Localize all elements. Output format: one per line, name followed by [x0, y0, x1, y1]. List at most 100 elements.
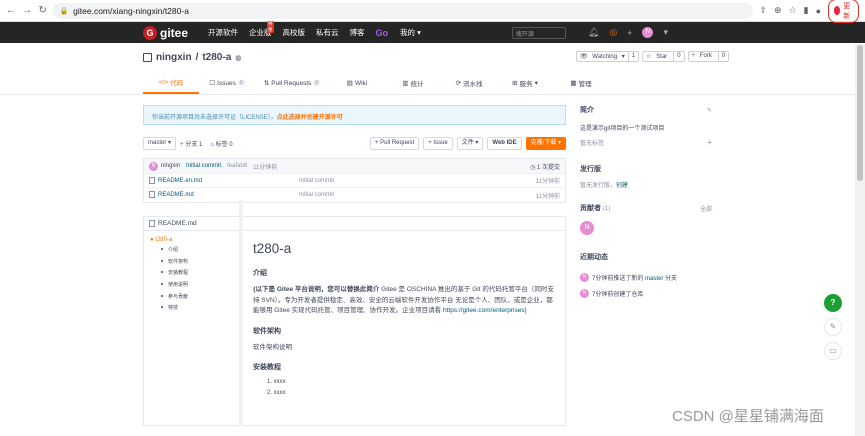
tab-issues-count: 0	[237, 80, 245, 86]
table-row[interactable]: README.en.md Initial commit 11分钟前	[144, 174, 565, 188]
share-icon[interactable]: ⇪	[759, 5, 767, 16]
new-pull-request-button[interactable]: + Pull Request	[369, 136, 420, 150]
browser-actions: ⇪ ⊕ ☆ ▮ ● 更新	[759, 0, 859, 23]
tab-manage[interactable]: ▦ 管理	[553, 72, 609, 94]
fork-label: ⑂ Fork	[689, 52, 718, 61]
new-issue-button[interactable]: + Issue	[423, 136, 453, 150]
tags-link[interactable]: ⌂ 标签 0	[210, 139, 232, 148]
user-avatar[interactable]: N	[642, 27, 654, 38]
file-commit-message[interactable]: Initial commit	[299, 192, 536, 198]
readme-toc-scrollbar[interactable]	[239, 200, 243, 426]
file-name[interactable]: README.en.md	[149, 176, 299, 184]
commit-count-link[interactable]: ◷ 1 次提交	[530, 162, 560, 171]
tab-services[interactable]: ⊞ 服务 ▾	[497, 72, 553, 94]
activity-section-title: 近期动态	[580, 252, 712, 262]
nav-enterprise[interactable]: 企业版 特惠	[249, 21, 274, 38]
add-tag-icon[interactable]: +	[707, 138, 712, 147]
toc-title[interactable]: ● t280-a	[150, 237, 233, 243]
feedback-edit-icon[interactable]: ✎	[824, 318, 842, 336]
table-row[interactable]: README.md Initial commit 11分钟前	[144, 188, 565, 202]
tab-issues[interactable]: ☐ Issues 0	[199, 72, 255, 94]
floating-actions: ? ✎ ▭	[824, 294, 842, 360]
no-tags-label: 暂无标签	[580, 141, 605, 147]
contributors-all-link[interactable]: 全部	[700, 204, 712, 213]
create-release-link[interactable]: 创建	[616, 180, 628, 189]
star-label: ☆ Star	[643, 52, 673, 61]
file-commit-message[interactable]: Initial commit	[299, 178, 536, 184]
watch-button[interactable]: 👁︎ Watching ▾ 1	[576, 51, 640, 62]
toc-item[interactable]: 参与贡献	[150, 293, 233, 300]
repo-header: ningxin / t280-a ◍ 👁︎ Watching ▾ 1 ☆ Star…	[0, 43, 865, 95]
forward-icon[interactable]: →	[22, 5, 32, 17]
web-ide-button[interactable]: Web IDE	[487, 136, 522, 150]
star-button[interactable]: ☆ Star 0	[642, 51, 685, 62]
tab-stats-label: 统计	[410, 81, 424, 88]
clone-download-button[interactable]: 克隆/下载 ▾	[525, 136, 566, 150]
bookmark-star-icon[interactable]: ☆	[789, 5, 797, 16]
toc-item[interactable]: 特技	[150, 304, 233, 311]
nav-university[interactable]: 高校版	[283, 27, 306, 38]
toc-item[interactable]: 软件架构	[150, 258, 233, 265]
license-create-link[interactable]: 点此选择并创建开源许可	[277, 115, 343, 121]
search-input[interactable]: 搜开源	[511, 26, 566, 39]
tab-pipeline[interactable]: ⟳ 流水线	[441, 72, 497, 94]
activity-avatar[interactable]: N	[580, 289, 589, 298]
toc-item[interactable]: 使用说明	[150, 281, 233, 288]
tab-wiki[interactable]: ▤ Wiki	[329, 72, 385, 94]
tab-services-label: 服务	[519, 81, 533, 88]
repo-name-link[interactable]: t280-a	[202, 52, 231, 63]
toc-item[interactable]: 介绍	[150, 246, 233, 253]
profile-icon[interactable]: ●	[816, 6, 821, 16]
file-menu-button[interactable]: 文件 ▾	[456, 136, 484, 150]
commit-author-avatar[interactable]: N	[149, 161, 158, 171]
page-scrollbar[interactable]	[855, 44, 865, 436]
file-name[interactable]: README.md	[149, 191, 299, 199]
code-icon: </>	[158, 78, 169, 86]
repo-sidebar: 简介 ✎ 这是演示git项目的一个测试项目 暂无标签 + 发行版 暂无发行版， 创建 …	[580, 105, 712, 298]
nav-blog[interactable]: 博客	[350, 27, 365, 38]
repo-owner-link[interactable]: ningxin	[156, 52, 192, 63]
notification-bell-icon[interactable]: 🔔︎	[588, 27, 599, 38]
browser-toolbar: ← → ↻ 🔒 gitee.com/xiang-ningxin/t280-a ⇪…	[0, 0, 865, 23]
activity-avatar[interactable]: N	[580, 273, 589, 282]
help-icon[interactable]: ?	[824, 294, 842, 312]
nav-mine[interactable]: 我的 ▾	[400, 27, 421, 38]
tab-pull-requests[interactable]: ⇅ Pull Requests 0	[255, 72, 329, 94]
repo-title: ningxin / t280-a ◍	[143, 52, 241, 63]
activity-branch-link[interactable]: master	[645, 276, 663, 282]
watch-count: 1	[627, 52, 638, 61]
zoom-icon[interactable]: ⊕	[774, 5, 782, 16]
tab-manage-label: 管理	[578, 81, 592, 88]
reload-icon[interactable]: ↻	[38, 5, 47, 17]
back-icon[interactable]: ←	[6, 5, 16, 17]
edit-icon[interactable]: ✎	[707, 107, 712, 114]
commit-author[interactable]: ningxin	[161, 163, 180, 169]
commit-message[interactable]: Initial commit	[186, 163, 221, 169]
add-icon[interactable]: +	[627, 28, 632, 38]
address-bar[interactable]: 🔒 gitee.com/xiang-ningxin/t280-a	[53, 2, 754, 19]
gitee-logo[interactable]: G gitee	[143, 25, 188, 40]
readme-header-label: README.md	[158, 220, 197, 228]
contributor-avatar[interactable]: N	[580, 221, 594, 235]
branches-link[interactable]: ⑂ 分支 1	[180, 139, 202, 148]
hint-bulb-icon[interactable]: ◎	[609, 27, 617, 38]
scrollbar-thumb[interactable]	[857, 45, 863, 181]
chevron-down-icon[interactable]: ▾	[663, 27, 668, 38]
nav-go[interactable]: Go	[376, 28, 389, 38]
watch-label: 👁︎ Watching ▾	[580, 54, 625, 60]
nav-private-cloud[interactable]: 私有云	[316, 27, 339, 38]
tab-code[interactable]: </> 代码	[143, 72, 199, 94]
tab-stats[interactable]: ▥ 统计	[385, 72, 441, 94]
latest-commit-row: N ningxin Initial commit feafab8 11分钟前 ◷…	[144, 159, 565, 174]
branch-select[interactable]: master ▾	[143, 136, 177, 150]
enterprise-link[interactable]: https://gitee.com/enterprises	[443, 307, 525, 314]
intro-heading: 介绍	[253, 270, 267, 277]
commit-hash[interactable]: feafab8	[227, 163, 247, 169]
fork-button[interactable]: ⑂ Fork 0	[687, 51, 730, 62]
update-button[interactable]: 更新	[828, 0, 859, 23]
sidebar-icon[interactable]: ▮	[804, 5, 809, 16]
nav-open-source[interactable]: 开源软件	[208, 27, 238, 38]
arch-text: 软件架构说明	[253, 343, 292, 351]
message-icon[interactable]: ▭	[824, 342, 842, 360]
toc-item[interactable]: 安装教程	[150, 269, 233, 276]
